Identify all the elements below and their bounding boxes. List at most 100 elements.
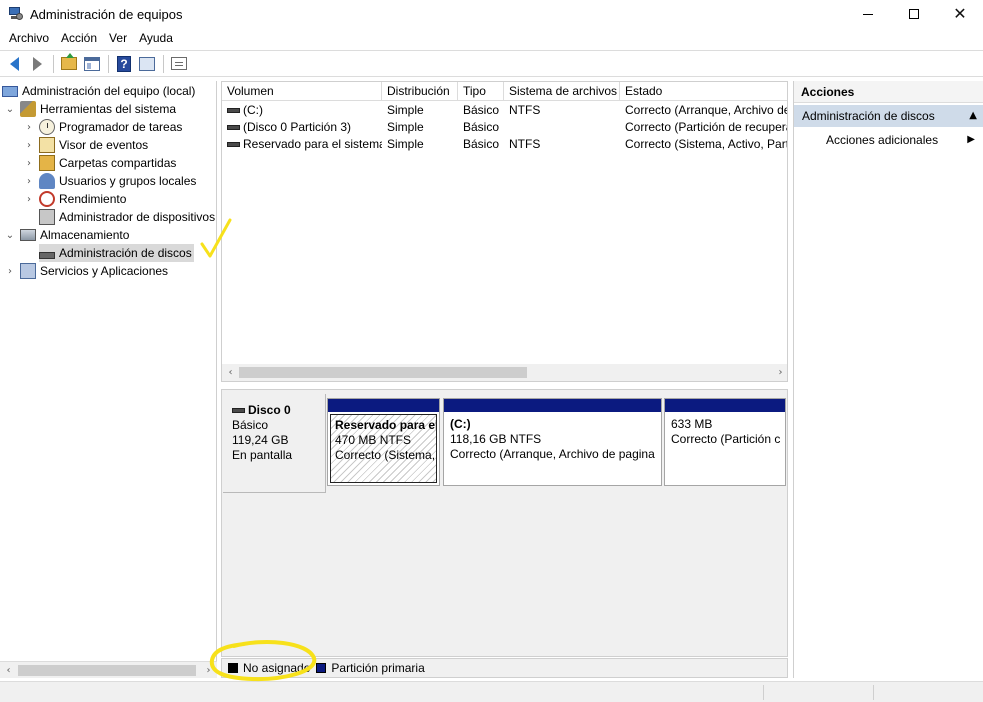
- disk-icon: [232, 408, 245, 413]
- tree-item-label: Visor de eventos: [59, 138, 149, 152]
- tree-item-event-viewer[interactable]: › Visor de eventos: [23, 136, 148, 154]
- chevron-right-icon[interactable]: ›: [4, 266, 16, 277]
- cell-type: Básico: [463, 137, 500, 151]
- show-hide-actions-button[interactable]: [136, 53, 158, 75]
- forward-button[interactable]: [26, 53, 48, 75]
- partition-size: 470 MB NTFS: [335, 433, 412, 447]
- table-row[interactable]: (C:) Simple Básico NTFS Correcto (Arranq…: [222, 102, 788, 119]
- tree-item-performance[interactable]: › Rendimiento: [23, 190, 126, 208]
- performance-icon: [39, 191, 55, 207]
- tree-item-device-manager[interactable]: Administrador de dispositivos: [39, 208, 215, 226]
- folder-up-icon: [61, 53, 77, 70]
- tree-item-label: Herramientas del sistema: [40, 102, 177, 116]
- help-button[interactable]: ?: [113, 53, 135, 75]
- minimize-button[interactable]: [845, 0, 891, 28]
- tree-item-storage[interactable]: ⌄ Almacenamiento: [4, 226, 130, 244]
- menu-ver[interactable]: Ver: [103, 28, 133, 48]
- console-tree-icon: [84, 56, 100, 71]
- cell-status: Correcto (Partición de recupera: [625, 120, 788, 134]
- collapse-up-icon[interactable]: ▲: [969, 105, 977, 127]
- back-button[interactable]: [3, 53, 25, 75]
- disk-size: 119,24 GB: [232, 433, 289, 447]
- cell-type: Básico: [463, 103, 500, 117]
- chevron-right-icon[interactable]: ›: [23, 158, 35, 169]
- close-button[interactable]: ✕: [937, 0, 983, 28]
- cell-volume: (Disco 0 Partición 3): [222, 119, 382, 136]
- tree-item-system-tools[interactable]: ⌄ Herramientas del sistema: [4, 100, 176, 118]
- column-header-sistema-archivos[interactable]: Sistema de archivos: [504, 82, 620, 101]
- maximize-button[interactable]: [891, 0, 937, 28]
- tree-item-label: Programador de tareas: [59, 120, 183, 134]
- clock-icon: [39, 119, 55, 135]
- list-horizontal-scrollbar[interactable]: ‹ ›: [222, 364, 787, 381]
- legend-label: No asignado: [243, 661, 311, 675]
- partition-system-reserved[interactable]: Reservado para el 470 MB NTFS Correcto (…: [327, 398, 440, 486]
- tree-item-local-users[interactable]: › Usuarios y grupos locales: [23, 172, 196, 190]
- cell-volume: (C:): [222, 102, 382, 119]
- toolbar-separator: [163, 54, 164, 73]
- chevron-right-icon[interactable]: ›: [23, 176, 35, 187]
- up-level-button[interactable]: [58, 53, 80, 75]
- menu-ayuda[interactable]: Ayuda: [133, 28, 179, 48]
- column-header-distribucion[interactable]: Distribución: [382, 82, 458, 101]
- scroll-right-icon[interactable]: ›: [200, 662, 217, 679]
- toolbar-separator: [108, 54, 109, 73]
- tree-item-disk-management[interactable]: Administración de discos: [39, 244, 194, 262]
- cell-filesystem: NTFS: [509, 103, 541, 117]
- tree-item-root[interactable]: Administración del equipo (local): [2, 82, 195, 100]
- disk-name: Disco 0: [248, 403, 291, 417]
- scroll-left-icon[interactable]: ‹: [0, 662, 17, 679]
- partition-body: Reservado para el 470 MB NTFS Correcto (…: [330, 414, 437, 483]
- table-row[interactable]: Reservado para el sistema Simple Básico …: [222, 136, 787, 153]
- scroll-left-icon[interactable]: ‹: [222, 364, 239, 381]
- chevron-right-icon[interactable]: ›: [23, 122, 35, 133]
- cell-status: Correcto (Arranque, Archivo de: [625, 103, 788, 117]
- volume-list: Volumen Distribución Tipo Sistema de arc…: [221, 81, 788, 382]
- chevron-down-icon[interactable]: ⌄: [4, 104, 16, 115]
- column-header-estado[interactable]: Estado: [620, 82, 787, 101]
- volume-name: (Disco 0 Partición 3): [243, 120, 352, 134]
- table-row[interactable]: (Disco 0 Partición 3) Simple Básico Corr…: [222, 119, 788, 136]
- actions-section-label: Administración de discos: [802, 109, 935, 123]
- volume-name: Reservado para el sistema: [243, 137, 382, 151]
- partition-c[interactable]: (C:) 118,16 GB NTFS Correcto (Arranque, …: [443, 398, 662, 486]
- action-pane-icon: [139, 56, 155, 71]
- more-actions-item[interactable]: Acciones adicionales ▶: [794, 129, 983, 151]
- partition-size: 118,16 GB NTFS: [450, 432, 542, 446]
- legend-label: Partición primaria: [331, 661, 425, 675]
- menu-archivo[interactable]: Archivo: [3, 28, 55, 48]
- shared-folder-icon: [39, 155, 55, 171]
- cell-filesystem: [504, 119, 620, 136]
- primary-partition-bar: [444, 399, 661, 412]
- tree-item-label: Servicios y Aplicaciones: [40, 264, 169, 278]
- partition-size: 633 MB: [671, 417, 713, 431]
- show-hide-tree-button[interactable]: [81, 53, 103, 75]
- chevron-down-icon[interactable]: ⌄: [4, 230, 16, 241]
- scrollbar-thumb[interactable]: [239, 367, 527, 378]
- scroll-right-icon[interactable]: ›: [772, 364, 787, 381]
- disk-graphical-view: Disco 0 Básico 119,24 GB En pantalla Res…: [221, 389, 788, 657]
- partition-legend: No asignado Partición primaria: [221, 658, 788, 678]
- device-manager-icon: [39, 209, 55, 225]
- chevron-right-icon[interactable]: ›: [23, 140, 35, 151]
- menu-accion[interactable]: Acción: [55, 28, 103, 48]
- close-icon: ✕: [953, 4, 967, 23]
- chevron-right-icon[interactable]: ›: [23, 194, 35, 205]
- volume-icon: [227, 142, 240, 148]
- column-header-volumen[interactable]: Volumen: [222, 82, 382, 101]
- title-bar: Administración de equipos ✕: [0, 0, 983, 28]
- computer-icon: [2, 85, 18, 97]
- properties-button[interactable]: [168, 53, 190, 75]
- volume-name: (C:): [243, 103, 263, 117]
- partition-recovery[interactable]: 633 MB Correcto (Partición c: [664, 398, 786, 486]
- tree-item-task-scheduler[interactable]: › Programador de tareas: [23, 118, 182, 136]
- services-icon: [20, 263, 36, 279]
- disk-0-label[interactable]: Disco 0 Básico 119,24 GB En pantalla: [223, 394, 326, 493]
- tree-item-shared-folders[interactable]: › Carpetas compartidas: [23, 154, 176, 172]
- tree-horizontal-scrollbar[interactable]: ‹ ›: [0, 661, 217, 678]
- scrollbar-thumb[interactable]: [18, 665, 196, 676]
- tree-item-services[interactable]: › Servicios y Aplicaciones: [4, 262, 168, 280]
- submenu-arrow-icon: ▶: [967, 134, 975, 145]
- column-header-tipo[interactable]: Tipo: [458, 82, 504, 101]
- actions-section-disk-management[interactable]: Administración de discos ▲: [794, 105, 983, 127]
